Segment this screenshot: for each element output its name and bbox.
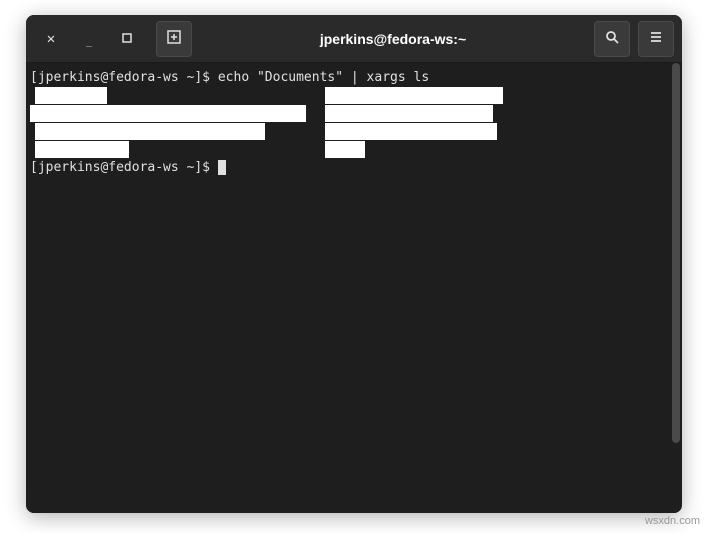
close-icon: ✕: [47, 31, 55, 47]
terminal-output-row: [30, 87, 678, 105]
search-icon: [605, 30, 619, 48]
redacted-block: [35, 87, 107, 104]
terminal-output-row: [30, 123, 678, 141]
terminal-line: [jperkins@fedora-ws ~]$ echo "Documents"…: [30, 69, 678, 87]
cursor: [218, 160, 226, 175]
window-title: jperkins@fedora-ws:~: [200, 31, 586, 47]
redacted-block: [35, 141, 129, 158]
menu-button[interactable]: [638, 21, 674, 57]
terminal-content[interactable]: [jperkins@fedora-ws ~]$ echo "Documents"…: [26, 63, 682, 513]
redacted-block: [35, 123, 265, 140]
redacted-block: [325, 123, 497, 140]
minimize-button[interactable]: _: [72, 22, 106, 56]
shell-prompt: [jperkins@fedora-ws ~]$: [30, 70, 218, 85]
maximize-button[interactable]: [110, 22, 144, 56]
shell-command: echo "Documents" | xargs ls: [218, 70, 429, 85]
hamburger-icon: [649, 30, 663, 48]
redacted-block: [325, 105, 493, 122]
redacted-block: [30, 105, 306, 122]
new-tab-button[interactable]: [156, 21, 192, 57]
shell-prompt: [jperkins@fedora-ws ~]$: [30, 160, 218, 175]
search-button[interactable]: [594, 21, 630, 57]
titlebar: ✕ _ jperkins@fedora-ws:~: [26, 15, 682, 63]
titlebar-controls-left: ✕ _: [34, 21, 192, 57]
terminal-output-row: [30, 141, 678, 159]
redacted-block: [325, 87, 503, 104]
terminal-window: ✕ _ jperkins@fedora-ws:~: [26, 15, 682, 513]
new-tab-icon: [167, 30, 181, 48]
terminal-output-row: [30, 105, 678, 123]
scrollbar[interactable]: [672, 63, 680, 443]
titlebar-controls-right: [594, 21, 674, 57]
terminal-line: [jperkins@fedora-ws ~]$: [30, 159, 678, 177]
minimize-icon: _: [86, 36, 92, 47]
maximize-icon: [122, 31, 132, 47]
close-button[interactable]: ✕: [34, 22, 68, 56]
redacted-block: [325, 141, 365, 158]
watermark: wsxdn.com: [645, 515, 700, 527]
